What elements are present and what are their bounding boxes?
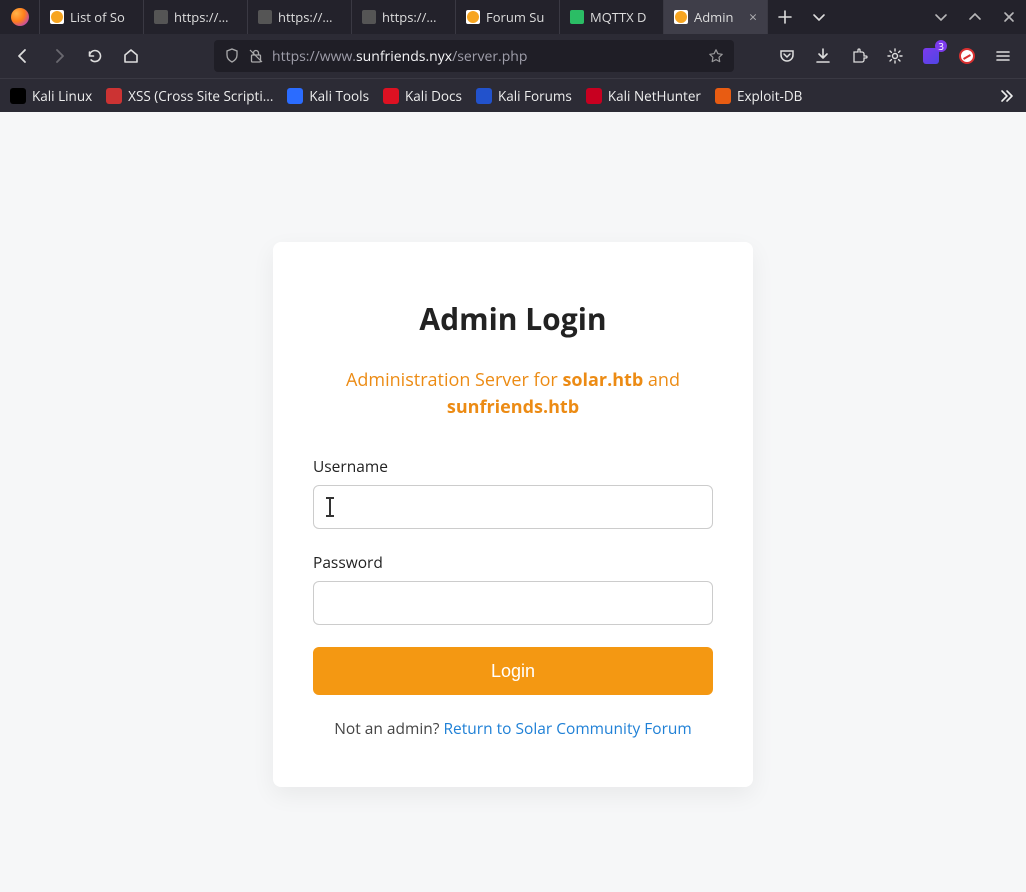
subtitle: Administration Server for solar.htb and … [313, 367, 713, 421]
url-path: /server.php [452, 47, 527, 66]
subtitle-mid: and [643, 368, 680, 392]
bookmark-xss-cross-site-scripti[interactable]: XSS (Cross Site Scripti... [106, 87, 273, 105]
menu-button[interactable] [990, 43, 1016, 69]
tab-1[interactable]: https://www [144, 0, 248, 34]
sun-favicon [466, 10, 480, 24]
tab-label: https://www [174, 8, 237, 26]
bookmark-label: Kali NetHunter [608, 87, 701, 105]
window-close-icon[interactable] [992, 0, 1026, 34]
tab-close-icon[interactable]: × [749, 8, 757, 27]
bookmark-label: Kali Tools [309, 87, 369, 105]
tab-5[interactable]: MQTTX D [560, 0, 664, 34]
bookmark-icon [383, 88, 399, 104]
footer-pre: Not an admin? [334, 717, 443, 739]
new-tab-button[interactable] [768, 0, 802, 34]
globe-favicon [362, 10, 376, 24]
bookmark-label: XSS (Cross Site Scripti... [128, 87, 273, 105]
bookmark-kali-linux[interactable]: Kali Linux [10, 87, 92, 105]
tab-label: https://www [382, 8, 445, 26]
bookmark-exploit-db[interactable]: Exploit-DB [715, 87, 802, 105]
password-input[interactable] [313, 581, 713, 625]
bookmark-kali-tools[interactable]: Kali Tools [287, 87, 369, 105]
globe-favicon [154, 10, 168, 24]
downloads-icon[interactable] [810, 43, 836, 69]
bookmark-icon [287, 88, 303, 104]
bookmark-icon [106, 88, 122, 104]
tab-3[interactable]: https://www [352, 0, 456, 34]
extension-badge: 3 [935, 40, 947, 52]
window-minimize-icon[interactable] [924, 0, 958, 34]
window-maximize-icon[interactable] [958, 0, 992, 34]
title-bar: List of So https://www https://www https://… [0, 0, 1026, 34]
reload-button[interactable] [82, 43, 108, 69]
globe-favicon [258, 10, 272, 24]
return-forum-link[interactable]: Return to Solar Community Forum [443, 717, 691, 739]
bookmark-kali-forums[interactable]: Kali Forums [476, 87, 572, 105]
tab-label: List of So [70, 8, 133, 26]
bookmark-label: Exploit-DB [737, 87, 802, 105]
chevron-double-right-icon [998, 87, 1016, 105]
bookmark-star-icon[interactable] [708, 48, 724, 64]
tab-label: https://www [278, 8, 341, 26]
pocket-icon[interactable] [774, 43, 800, 69]
password-label: Password [313, 551, 713, 573]
subtitle-host-2: sunfriends.htb [447, 395, 579, 419]
nav-toolbar: https://www.sunfriends.nyx/server.php 3 [0, 34, 1026, 78]
login-button[interactable]: Login [313, 647, 713, 695]
lock-icon [248, 48, 264, 64]
bookmark-label: Kali Linux [32, 87, 92, 105]
forward-button[interactable] [46, 43, 72, 69]
home-button[interactable] [118, 43, 144, 69]
tab-0[interactable]: List of So [40, 0, 144, 34]
bookmark-kali-nethunter[interactable]: Kali NetHunter [586, 87, 701, 105]
bookmark-icon [10, 88, 26, 104]
tab-label: Forum Su [486, 8, 549, 26]
settings-gear-icon[interactable] [882, 43, 908, 69]
noscript-extension-icon[interactable] [954, 43, 980, 69]
username-input[interactable] [313, 485, 713, 529]
tab-strip: List of So https://www https://www https://… [40, 0, 768, 34]
url-host: sunfriends.nyx [356, 47, 452, 66]
bookmarks-overflow-button[interactable] [998, 87, 1016, 105]
bookmarks-bar: Kali Linux XSS (Cross Site Scripti... Kali… [0, 78, 1026, 112]
login-card: Admin Login Administration Server for so… [273, 242, 753, 787]
bookmark-icon [715, 88, 731, 104]
window-controls [924, 0, 1026, 34]
bookmark-icon [476, 88, 492, 104]
tab-label: Admin [694, 8, 743, 26]
firefox-icon [0, 0, 40, 34]
sun-favicon [674, 10, 688, 24]
back-button[interactable] [10, 43, 36, 69]
tab-label: MQTTX D [590, 8, 653, 26]
footer-text: Not an admin? Return to Solar Community … [313, 717, 713, 739]
extensions-icon[interactable] [846, 43, 872, 69]
bookmark-label: Kali Docs [405, 87, 462, 105]
bookmark-label: Kali Forums [498, 87, 572, 105]
tab-6[interactable]: Admin × [664, 0, 768, 34]
page-title: Admin Login [313, 298, 713, 339]
bookmark-icon [586, 88, 602, 104]
sun-favicon [50, 10, 64, 24]
shield-icon [224, 48, 240, 64]
mqtt-favicon [570, 10, 584, 24]
burp-extension-icon[interactable]: 3 [918, 43, 944, 69]
url-text: https://www.sunfriends.nyx/server.php [272, 47, 700, 66]
page-viewport: Admin Login Administration Server for so… [0, 112, 1026, 892]
url-protocol: https://www. [272, 47, 356, 66]
subtitle-pre: Administration Server for [346, 368, 562, 392]
tab-4[interactable]: Forum Su [456, 0, 560, 34]
url-bar[interactable]: https://www.sunfriends.nyx/server.php [214, 40, 734, 72]
bookmark-kali-docs[interactable]: Kali Docs [383, 87, 462, 105]
tabs-list-button[interactable] [802, 0, 836, 34]
username-label: Username [313, 455, 713, 477]
subtitle-host-1: solar.htb [562, 368, 643, 392]
tab-2[interactable]: https://www [248, 0, 352, 34]
